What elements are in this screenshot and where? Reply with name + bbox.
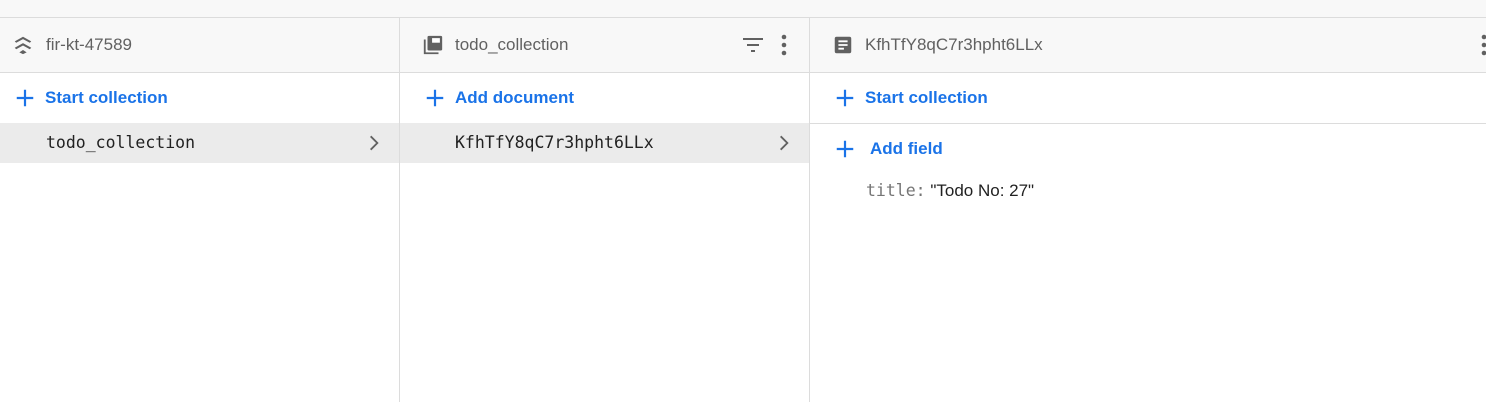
firestore-stack-icon bbox=[14, 36, 32, 55]
add-document-label: Add document bbox=[455, 88, 574, 107]
plus-icon bbox=[836, 140, 854, 158]
root-panel: fir-kt-47589 Start collection todo_colle… bbox=[0, 18, 400, 402]
add-field-label: Add field bbox=[870, 139, 943, 158]
collection-title: todo_collection bbox=[455, 35, 569, 54]
document-icon bbox=[834, 36, 852, 54]
collection-panel-header: todo_collection bbox=[400, 18, 809, 73]
chevron-right-icon bbox=[370, 135, 379, 151]
document-field[interactable]: title: "Todo No: 27" bbox=[866, 181, 1034, 201]
document-panel-header: KfhTfY8qC7r3hpht6LLx bbox=[810, 18, 1486, 73]
collection-list-item-label: todo_collection bbox=[46, 133, 196, 152]
field-key: title: bbox=[866, 181, 926, 200]
top-strip bbox=[0, 0, 1486, 18]
plus-icon bbox=[16, 89, 34, 107]
document-title: KfhTfY8qC7r3hpht6LLx bbox=[865, 35, 1043, 54]
root-panel-header: fir-kt-47589 bbox=[0, 18, 399, 73]
filter-icon[interactable] bbox=[741, 32, 765, 58]
add-document-button[interactable]: Add document bbox=[400, 73, 809, 123]
start-collection-label: Start collection bbox=[865, 88, 988, 107]
start-collection-button[interactable]: Start collection bbox=[0, 73, 399, 123]
collection-panel: todo_collection Add document KfhTfY8qC7r… bbox=[400, 18, 810, 402]
document-list-item-label: KfhTfY8qC7r3hpht6LLx bbox=[455, 133, 654, 152]
collection-list-item[interactable]: todo_collection bbox=[0, 123, 399, 163]
start-collection-button[interactable]: Start collection bbox=[810, 73, 1486, 123]
collection-icon bbox=[423, 35, 443, 55]
add-field-button[interactable]: Add field bbox=[810, 124, 1486, 174]
more-options-icon[interactable] bbox=[772, 32, 796, 58]
document-list-item[interactable]: KfhTfY8qC7r3hpht6LLx bbox=[400, 123, 809, 163]
more-options-icon[interactable] bbox=[1472, 32, 1486, 58]
start-collection-label: Start collection bbox=[45, 88, 168, 107]
project-title: fir-kt-47589 bbox=[46, 35, 132, 54]
chevron-right-icon bbox=[780, 135, 789, 151]
plus-icon bbox=[836, 89, 854, 107]
document-panel: KfhTfY8qC7r3hpht6LLx Start collection Ad… bbox=[810, 18, 1486, 402]
plus-icon bbox=[426, 89, 444, 107]
field-value: "Todo No: 27" bbox=[930, 181, 1035, 200]
